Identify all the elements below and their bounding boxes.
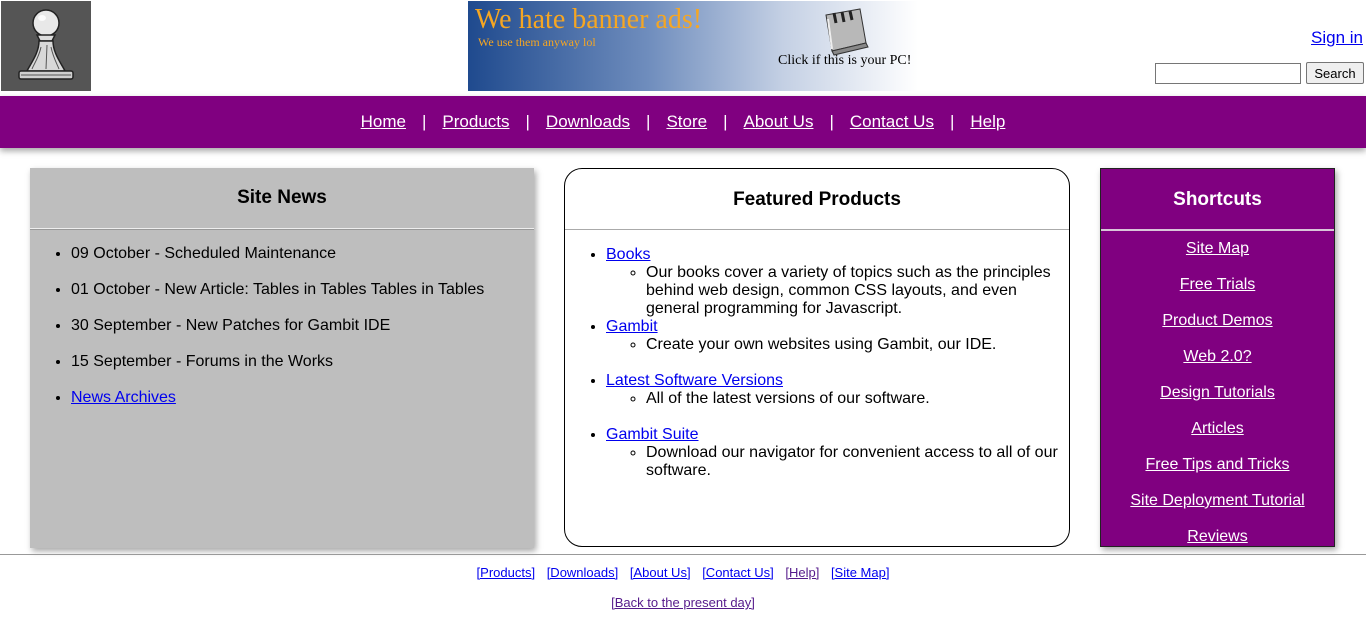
shortcut-free-trials[interactable]: Free Trials bbox=[1180, 276, 1256, 293]
shortcuts-panel: Shortcuts Site Map Free Trials Product D… bbox=[1100, 168, 1335, 547]
shortcuts-title: Shortcuts bbox=[1173, 189, 1262, 210]
banner-ad[interactable]: We hate banner ads! We use them anyway l… bbox=[468, 1, 918, 91]
footer-link-help[interactable]: [Help] bbox=[785, 565, 819, 580]
nav-help[interactable]: Help bbox=[970, 112, 1005, 132]
shortcut-deployment-tutorial[interactable]: Site Deployment Tutorial bbox=[1130, 492, 1304, 509]
shortcut-site-map[interactable]: Site Map bbox=[1186, 240, 1249, 257]
featured-products-panel: Featured Products Books Our books cover … bbox=[564, 168, 1070, 547]
nav-separator: | bbox=[723, 112, 728, 131]
site-news-title: Site News bbox=[237, 187, 327, 208]
nav-separator: | bbox=[646, 112, 651, 131]
footer-links: [Products] [Downloads] [About Us] [Conta… bbox=[0, 565, 1366, 580]
product-link-books[interactable]: Books bbox=[606, 246, 650, 263]
footer-link-products[interactable]: [Products] bbox=[477, 565, 536, 580]
news-item: 01 October - New Article: Tables in Tabl… bbox=[71, 280, 534, 316]
product-list: Books Our books cover a variety of topic… bbox=[565, 246, 1069, 480]
news-item: 09 October - Scheduled Maintenance bbox=[71, 244, 534, 280]
search-button[interactable]: Search bbox=[1306, 62, 1364, 84]
nav-separator: | bbox=[525, 112, 530, 131]
site-news-panel: Site News 09 October - Scheduled Mainten… bbox=[30, 168, 534, 548]
product-description: All of the latest versions of our softwa… bbox=[646, 390, 1069, 408]
banner-cta: Click if this is your PC! bbox=[778, 53, 912, 68]
news-item: 15 September - Forums in the Works bbox=[71, 352, 534, 388]
divider bbox=[30, 228, 534, 230]
banner-subtitle: We use them anyway lol bbox=[478, 35, 596, 49]
back-to-present-link[interactable]: [Back to the present day] bbox=[611, 595, 755, 610]
nav-separator: | bbox=[829, 112, 834, 131]
banner-title: We hate banner ads! bbox=[475, 4, 703, 35]
shortcut-articles[interactable]: Articles bbox=[1191, 420, 1243, 437]
sign-in-link[interactable]: Sign in bbox=[1311, 28, 1363, 48]
search-input[interactable] bbox=[1155, 63, 1301, 84]
nav-home[interactable]: Home bbox=[361, 112, 406, 132]
product-item: Gambit Suite Download our navigator for … bbox=[606, 426, 1069, 480]
news-item: News Archives bbox=[71, 388, 534, 424]
news-archives-link[interactable]: News Archives bbox=[71, 389, 176, 406]
shortcut-web-2[interactable]: Web 2.0? bbox=[1183, 348, 1251, 365]
nav-about-us[interactable]: About Us bbox=[744, 112, 814, 132]
footer-link-about-us[interactable]: [About Us] bbox=[630, 565, 691, 580]
divider bbox=[1101, 229, 1334, 231]
nav-store[interactable]: Store bbox=[666, 112, 707, 132]
footer-divider bbox=[0, 554, 1366, 555]
news-list: 09 October - Scheduled Maintenance 01 Oc… bbox=[30, 244, 534, 424]
nav-separator: | bbox=[421, 112, 427, 131]
footer-link-downloads[interactable]: [Downloads] bbox=[547, 565, 619, 580]
news-item: 30 September - New Patches for Gambit ID… bbox=[71, 316, 534, 352]
shortcut-product-demos[interactable]: Product Demos bbox=[1162, 312, 1272, 329]
nav-downloads[interactable]: Downloads bbox=[546, 112, 630, 132]
shortcut-design-tutorials[interactable]: Design Tutorials bbox=[1160, 384, 1275, 401]
featured-products-title: Featured Products bbox=[733, 189, 901, 210]
toaster-icon bbox=[825, 8, 869, 56]
product-item: Latest Software Versions All of the late… bbox=[606, 372, 1069, 408]
product-link-latest-software[interactable]: Latest Software Versions bbox=[606, 372, 783, 389]
product-item: Books Our books cover a variety of topic… bbox=[606, 246, 1069, 318]
divider bbox=[565, 229, 1069, 230]
shortcut-list: Site Map Free Trials Product Demos Web 2… bbox=[1101, 239, 1334, 546]
nav-products[interactable]: Products bbox=[442, 112, 509, 132]
nav-contact-us[interactable]: Contact Us bbox=[850, 112, 934, 132]
product-link-gambit[interactable]: Gambit bbox=[606, 318, 658, 335]
product-description: Create your own websites using Gambit, o… bbox=[646, 336, 1069, 354]
footer-back: [Back to the present day] bbox=[0, 595, 1366, 610]
site-logo[interactable] bbox=[1, 1, 91, 91]
shortcut-free-tips[interactable]: Free Tips and Tricks bbox=[1145, 456, 1289, 473]
chess-pawn-icon bbox=[18, 9, 74, 80]
shortcut-reviews[interactable]: Reviews bbox=[1187, 528, 1247, 545]
main-nav: Home | Products | Downloads | Store | Ab… bbox=[0, 96, 1366, 148]
product-link-gambit-suite[interactable]: Gambit Suite bbox=[606, 426, 698, 443]
product-item: Gambit Create your own websites using Ga… bbox=[606, 318, 1069, 354]
product-description: Download our navigator for convenient ac… bbox=[646, 444, 1069, 480]
nav-separator: | bbox=[949, 112, 955, 131]
footer-link-site-map[interactable]: [Site Map] bbox=[831, 565, 890, 580]
product-description: Our books cover a variety of topics such… bbox=[646, 264, 1069, 318]
footer-link-contact-us[interactable]: [Contact Us] bbox=[702, 565, 774, 580]
